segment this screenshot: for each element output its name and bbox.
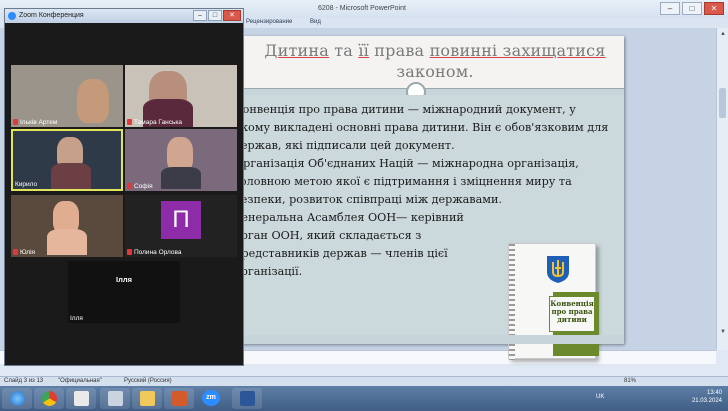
word-taskbar-button[interactable]	[232, 388, 262, 409]
participant-name-large: Ілля	[116, 275, 132, 284]
participant-video	[77, 79, 109, 123]
participant-name: Юлія	[20, 249, 36, 256]
slide-header: Дитина та її права повинні захищатися за…	[230, 36, 624, 88]
title-line-2: законом.	[396, 62, 474, 81]
zoom-minimize-button[interactable]: –	[193, 10, 207, 21]
participant-video	[51, 163, 91, 189]
vertical-scrollbar[interactable]: ▲ ▼	[716, 28, 728, 350]
paragraph-convention: Конвенція про права дитини — міжнародний…	[234, 103, 609, 152]
zoom-window: Zoom Конференция – □ ✕ Ільків Артем Тама…	[4, 8, 244, 366]
close-button[interactable]: ✕	[704, 2, 724, 15]
title-word-1: Дитина	[264, 41, 329, 60]
paragraph-un: Організація Об'єднаних Націй — міжнародн…	[234, 157, 579, 206]
participant-tile[interactable]: П Полина Орлова	[125, 195, 237, 257]
windows-start-icon	[10, 391, 25, 406]
theme-name: "Официальная"	[58, 378, 102, 384]
powerpoint-icon	[172, 391, 187, 406]
participant-name: Ільків Артем	[20, 119, 58, 126]
slide-title: Дитина та її права повинні захищатися за…	[250, 40, 620, 82]
media-icon	[74, 391, 89, 406]
zoom-level[interactable]: 81%	[624, 378, 636, 384]
clock-time: 13:40	[706, 390, 722, 396]
title-word-4: права	[368, 41, 430, 60]
zoom-window-title: Zoom Конференция	[19, 12, 84, 19]
keyboard-language[interactable]: UK	[596, 394, 604, 400]
slide-footer-band	[230, 335, 624, 344]
zoom-titlebar: Zoom Конференция – □ ✕	[5, 9, 243, 23]
powerpoint-taskbar-button[interactable]	[164, 388, 194, 409]
folder-icon	[140, 391, 155, 406]
muted-mic-icon	[13, 119, 18, 125]
participant-name: Софія	[134, 183, 153, 190]
window-title: 6208 - Microsoft PowerPoint	[318, 5, 406, 12]
participant-avatar: П	[161, 201, 201, 239]
minimize-button[interactable]: –	[660, 2, 680, 15]
participant-tile[interactable]: Тамара Ганська	[125, 65, 237, 127]
participant-name: Полина Орлова	[134, 249, 182, 256]
word-icon	[240, 391, 255, 406]
participant-name: Кирило	[15, 181, 38, 188]
participant-video	[167, 137, 193, 171]
scroll-up-icon[interactable]: ▲	[719, 30, 727, 38]
paragraph-general-assembly: Генеральна Асамблея ООН— керівний орган …	[234, 211, 464, 278]
participant-video	[47, 229, 87, 255]
participant-tile[interactable]: Ілля Ілля	[68, 261, 180, 323]
participant-video	[161, 167, 201, 189]
participant-tile[interactable]: Софія	[125, 129, 237, 191]
media-taskbar-button[interactable]	[66, 388, 96, 409]
slide-body: Конвенція про права дитини — міжнародний…	[230, 95, 624, 360]
slide[interactable]: Дитина та її права повинні захищатися за…	[230, 36, 624, 360]
printer-icon	[108, 391, 123, 406]
scroll-down-icon[interactable]: ▼	[719, 328, 727, 336]
tab-view[interactable]: Вид	[310, 19, 321, 25]
language-indicator[interactable]: Русский (Россия)	[124, 378, 172, 384]
slide-counter: Слайд 3 из 13	[4, 378, 44, 384]
tab-review[interactable]: Рецензирование	[246, 19, 292, 25]
muted-mic-icon	[127, 249, 132, 255]
taskbar: zm UK 13:40 21.03.2024	[0, 386, 728, 411]
participant-tile-active[interactable]: Кирило	[11, 129, 123, 191]
zoom-maximize-button[interactable]: □	[208, 10, 222, 21]
maximize-button[interactable]: □	[682, 2, 702, 15]
title-word-2: та	[328, 41, 359, 60]
status-bar: Слайд 3 из 13 "Официальная" Русский (Рос…	[0, 376, 728, 386]
zoom-logo-icon	[8, 12, 16, 20]
chrome-icon	[42, 391, 57, 406]
chrome-taskbar-button[interactable]	[34, 388, 64, 409]
start-button[interactable]	[2, 388, 32, 409]
title-word-3: її	[358, 41, 369, 60]
clock-date: 21.03.2024	[691, 398, 722, 404]
system-clock[interactable]: 13:40 21.03.2024	[692, 389, 722, 405]
trident-emblem-icon	[547, 256, 569, 283]
muted-mic-icon	[127, 119, 132, 125]
book-label: Конвенція про права дитини	[549, 296, 595, 332]
muted-mic-icon	[13, 249, 18, 255]
muted-mic-icon	[127, 183, 132, 189]
desktop: 6208 - Microsoft PowerPoint – □ ✕ Реценз…	[0, 0, 728, 411]
explorer-taskbar-button[interactable]	[132, 388, 162, 409]
zoom-close-button[interactable]: ✕	[223, 10, 241, 21]
scroll-thumb[interactable]	[719, 88, 726, 118]
printer-taskbar-button[interactable]	[100, 388, 130, 409]
title-word-5: повинні захищатися	[429, 41, 606, 60]
participant-name: Тамара Ганська	[134, 119, 183, 126]
zoom-app-icon[interactable]: zm	[202, 390, 220, 406]
participant-name: Ілля	[70, 315, 83, 322]
participant-tile[interactable]: Ільків Артем	[11, 65, 123, 127]
participant-tile[interactable]: Юлія	[11, 195, 123, 257]
